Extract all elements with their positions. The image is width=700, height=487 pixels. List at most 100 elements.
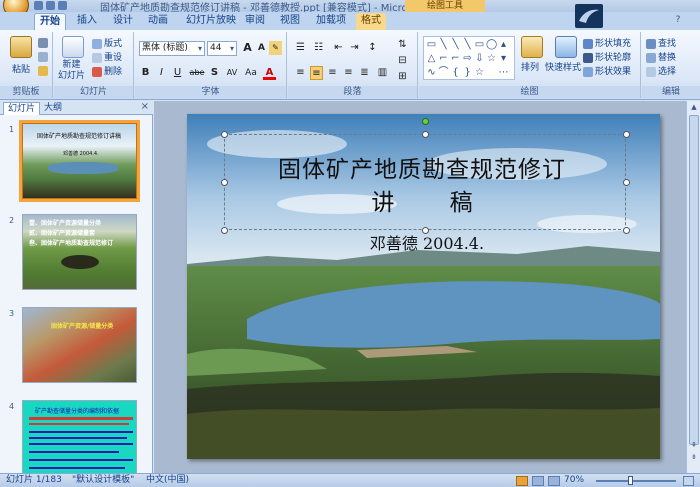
line-shape-icon[interactable]: ╲: [462, 39, 473, 50]
shape-effects-button[interactable]: 形状效果: [583, 64, 631, 77]
resize-handle[interactable]: [221, 131, 228, 138]
char-spacing-button[interactable]: AV: [223, 66, 241, 80]
next-slide-icon[interactable]: ⇟: [689, 453, 699, 461]
clear-format-icon[interactable]: ✎: [269, 41, 282, 55]
zoom-slider-thumb[interactable]: [628, 476, 633, 485]
numbering-icon[interactable]: ☷: [312, 41, 325, 55]
slide-thumbnail[interactable]: 壹、固体矿产资源储量分类 贰、固体矿产资源储量套 叁、固体矿产地质勘查规范修订: [22, 214, 137, 290]
scroll-down-icon[interactable]: ▾: [498, 53, 509, 64]
replace-button[interactable]: 替换: [646, 50, 676, 63]
paste-button[interactable]: 粘贴: [12, 62, 30, 75]
strikethrough-button[interactable]: abe: [187, 66, 207, 80]
slide-thumbnail[interactable]: 固体矿产资源/储量分类: [22, 307, 137, 383]
sorter-view-icon[interactable]: [532, 476, 544, 486]
bracket-shape-icon[interactable]: {: [450, 67, 461, 78]
scroll-thumb[interactable]: [689, 115, 699, 445]
tab-insert[interactable]: 插入: [72, 13, 102, 30]
shadow-button[interactable]: S: [208, 66, 221, 80]
resize-handle[interactable]: [623, 227, 630, 234]
text-direction-icon[interactable]: ⇅: [396, 38, 409, 52]
grow-font-button[interactable]: A: [241, 41, 254, 55]
wave-shape-icon[interactable]: ∿: [426, 67, 437, 78]
wave-shape-icon[interactable]: ⌒: [438, 67, 449, 78]
justify-icon[interactable]: ≡: [342, 66, 355, 80]
tab-format[interactable]: 格式: [356, 13, 386, 30]
delete-button[interactable]: 删除: [92, 64, 122, 77]
arrange-button[interactable]: 排列: [521, 60, 539, 73]
smartart-icon[interactable]: ⊞: [396, 70, 409, 84]
office-button[interactable]: [3, 0, 29, 12]
shrink-font-button[interactable]: A: [255, 41, 268, 55]
tab-outline-pane[interactable]: 大纲: [40, 102, 66, 115]
arrange-icon[interactable]: [521, 36, 543, 58]
font-size-combo[interactable]: 44: [207, 41, 237, 56]
save-icon[interactable]: [34, 1, 43, 10]
scroll-up-icon[interactable]: ▴: [498, 39, 509, 50]
star-shape-icon[interactable]: ☆: [486, 53, 497, 64]
tab-addins[interactable]: 加载项: [311, 13, 351, 30]
bend-shape-icon[interactable]: ⌐: [438, 53, 449, 64]
arrow-shape-icon[interactable]: ⇩: [474, 53, 485, 64]
redo-icon[interactable]: [58, 1, 67, 10]
rotate-handle[interactable]: [422, 118, 429, 125]
tab-slideshow[interactable]: 幻灯片放映: [182, 13, 240, 30]
align-center-icon[interactable]: ≡: [310, 66, 323, 80]
format-painter-icon[interactable]: [38, 66, 48, 76]
more-shapes-icon[interactable]: ⋯: [498, 67, 509, 78]
rect-shape-icon[interactable]: ▭: [474, 39, 485, 50]
find-button[interactable]: 查找: [646, 36, 676, 49]
language-status[interactable]: 中文(中国): [146, 474, 189, 487]
tab-slides-pane[interactable]: 幻灯片: [3, 102, 41, 115]
scroll-up-icon[interactable]: ▲: [689, 103, 699, 111]
line-shape-icon[interactable]: ╲: [438, 39, 449, 50]
bracket-shape-icon[interactable]: }: [462, 67, 473, 78]
help-icon[interactable]: ?: [672, 15, 684, 25]
resize-handle[interactable]: [422, 227, 429, 234]
shape-outline-button[interactable]: 形状轮廓: [583, 50, 631, 63]
close-icon[interactable]: ×: [141, 101, 149, 112]
theme-name[interactable]: "默认设计模板": [72, 474, 134, 487]
slide-thumbnail[interactable]: 矿产勘查储量分类的编制和依据: [22, 400, 137, 476]
reset-button[interactable]: 重设: [92, 50, 122, 63]
quick-styles-button[interactable]: 快速样式: [545, 60, 581, 73]
line-spacing-icon[interactable]: ↕: [366, 41, 379, 55]
underline-button[interactable]: U: [171, 66, 184, 80]
distribute-icon[interactable]: ≣: [358, 66, 371, 80]
bold-button[interactable]: B: [139, 66, 152, 80]
title-selection-box[interactable]: [224, 134, 626, 230]
change-case-button[interactable]: Aa: [243, 66, 259, 80]
resize-handle[interactable]: [623, 179, 630, 186]
resize-handle[interactable]: [221, 179, 228, 186]
current-slide[interactable]: 固体矿产地质勘查规范修订 讲 稿 邓善德 2004.4.: [187, 114, 660, 459]
quick-styles-icon[interactable]: [555, 36, 577, 58]
decrease-indent-icon[interactable]: ⇤: [332, 41, 345, 55]
undo-icon[interactable]: [46, 1, 55, 10]
shapes-gallery[interactable]: ▭ ╲ ╲ ╲ ▭ ◯ ▴ △ ⌐ ⌐ ⇨ ⇩ ☆ ▾ ∿ ⌒ { } ☆ ⋯: [423, 36, 515, 80]
layout-button[interactable]: 版式: [92, 36, 122, 49]
new-slide-icon[interactable]: [62, 36, 84, 58]
line-shape-icon[interactable]: ╲: [450, 39, 461, 50]
resize-handle[interactable]: [221, 227, 228, 234]
zoom-level[interactable]: 70%: [564, 474, 584, 487]
cut-icon[interactable]: [38, 38, 48, 48]
prev-slide-icon[interactable]: ⇞: [689, 441, 699, 449]
bend-shape-icon[interactable]: ⌐: [450, 53, 461, 64]
oval-shape-icon[interactable]: ◯: [486, 39, 497, 50]
align-right-icon[interactable]: ≡: [326, 66, 339, 80]
resize-handle[interactable]: [623, 131, 630, 138]
star-shape-icon[interactable]: ☆: [474, 67, 485, 78]
resize-handle[interactable]: [422, 131, 429, 138]
align-text-icon[interactable]: ⊟: [396, 54, 409, 68]
zoom-slider[interactable]: [596, 480, 676, 482]
align-left-icon[interactable]: ≡: [294, 66, 307, 80]
select-button[interactable]: 选择: [646, 64, 676, 77]
fit-window-icon[interactable]: [683, 476, 694, 486]
columns-icon[interactable]: ▥: [376, 66, 389, 80]
slide-thumbnail[interactable]: 固体矿产地质勘查规范修订讲稿 邓善德 2004.4.: [19, 120, 140, 202]
font-name-combo[interactable]: 黑体 (标题): [139, 41, 205, 56]
paste-icon[interactable]: [10, 36, 32, 58]
tab-animation[interactable]: 动画: [143, 13, 173, 30]
tab-home[interactable]: 开始: [34, 13, 66, 30]
arrow-shape-icon[interactable]: ⇨: [462, 53, 473, 64]
normal-view-icon[interactable]: [516, 476, 528, 486]
